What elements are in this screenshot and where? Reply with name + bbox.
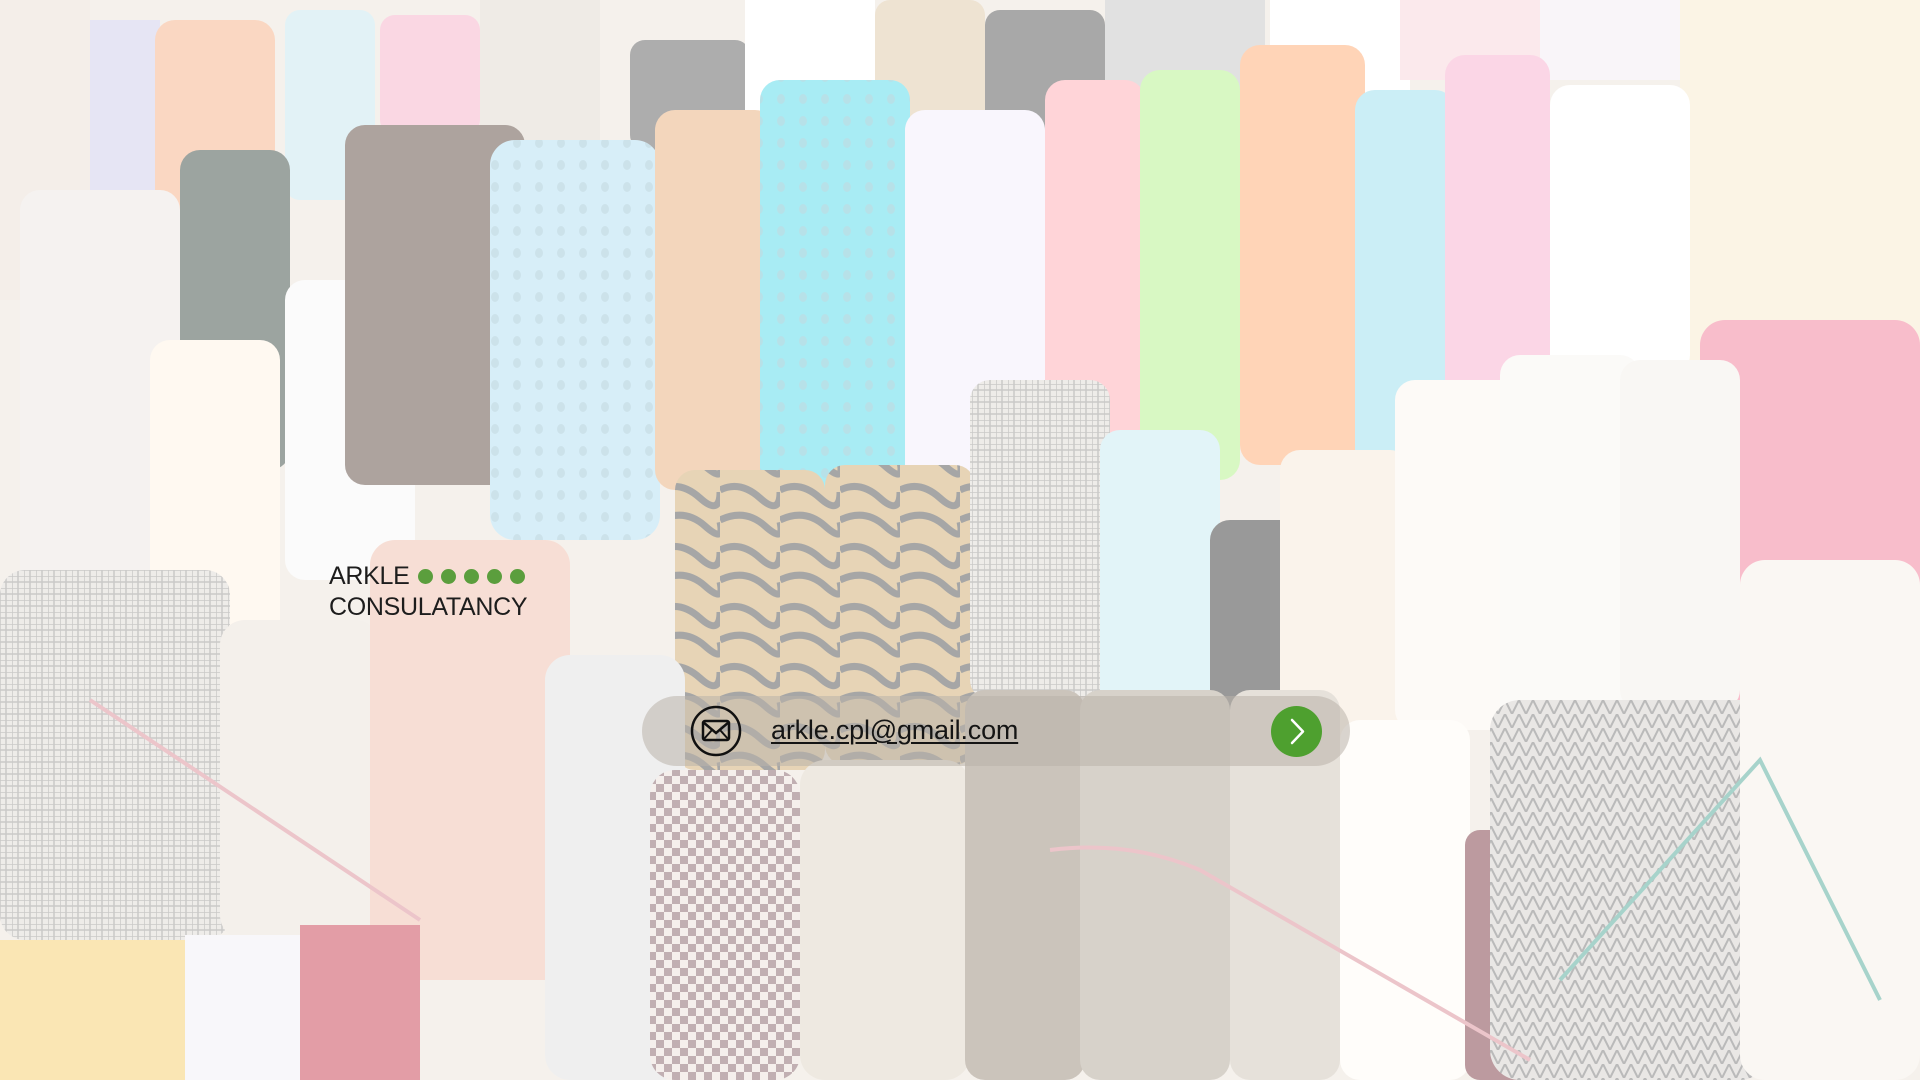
page: ARKLE CONSULATANCY arkle.cpl@gmail.com bbox=[0, 0, 1920, 1080]
logo-line-2: CONSULATANCY bbox=[329, 593, 528, 621]
logo-dot bbox=[418, 569, 434, 584]
logo: ARKLE CONSULATANCY bbox=[329, 561, 528, 623]
logo-dot bbox=[510, 569, 526, 584]
mail-icon bbox=[690, 705, 742, 757]
logo-line-1: ARKLE bbox=[329, 562, 410, 590]
email-link[interactable]: arkle.cpl@gmail.com bbox=[771, 713, 1018, 747]
background-veil bbox=[0, 0, 1920, 1080]
email-contact-bar: arkle.cpl@gmail.com bbox=[642, 696, 1350, 766]
logo-dot bbox=[487, 569, 503, 584]
submit-button[interactable] bbox=[1271, 706, 1322, 757]
logo-dot bbox=[441, 569, 457, 584]
logo-dot bbox=[464, 569, 480, 584]
chevron-right-icon bbox=[1290, 718, 1305, 745]
logo-dots bbox=[418, 569, 526, 584]
